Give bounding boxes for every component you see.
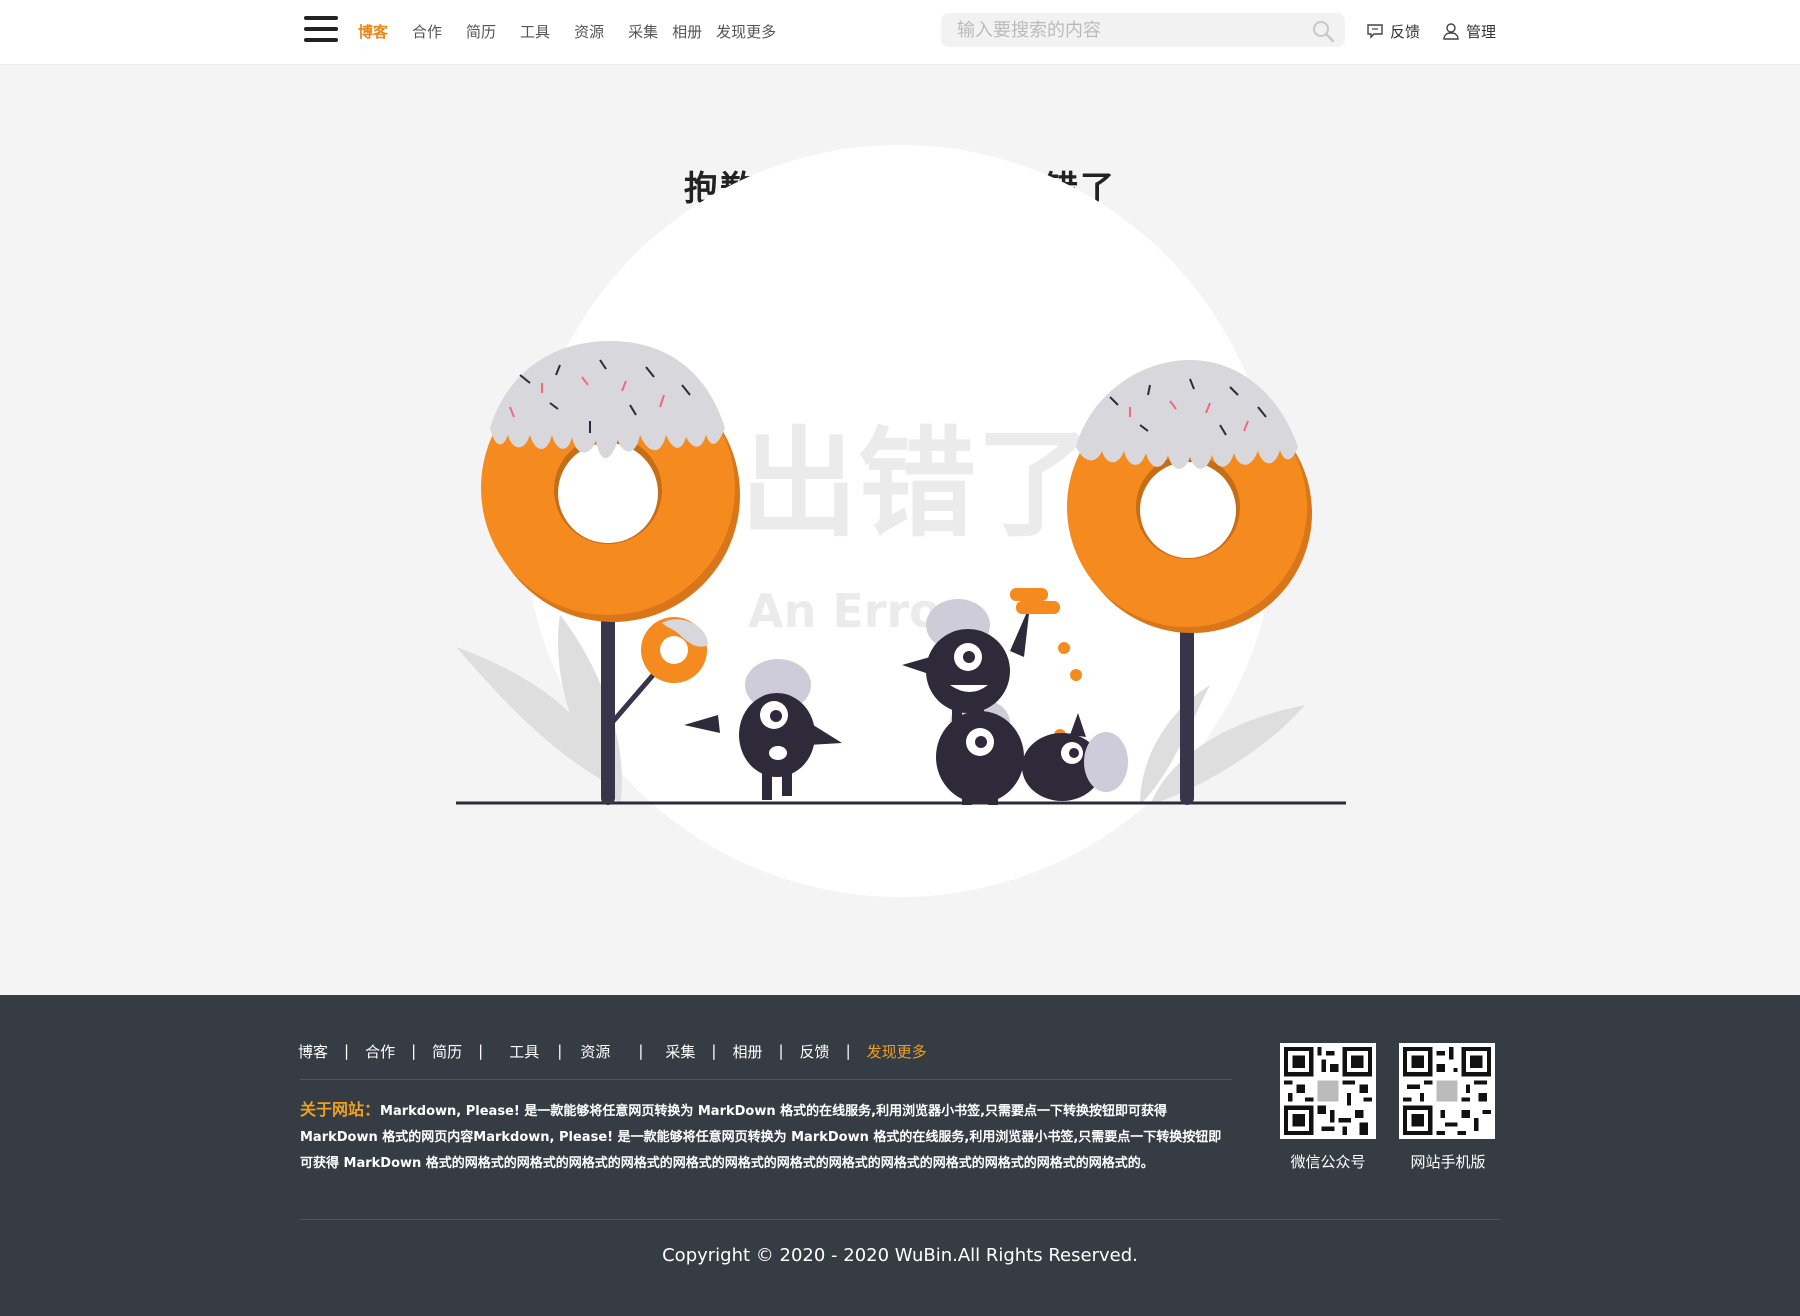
qr-wechat-label: 微信公众号: [1290, 1153, 1366, 1171]
footer-separator: |: [778, 1042, 784, 1060]
nav-item-collect[interactable]: 采集: [628, 21, 658, 42]
watermark-text: 出错了: [740, 415, 1094, 553]
top-navbar: 博客 合作 简历 工具 资源 采集 相册 发现更多 反馈 管理: [0, 0, 1800, 65]
feedback-icon: [1367, 24, 1383, 39]
user-icon: [1443, 23, 1459, 40]
menu-icon[interactable]: [304, 16, 340, 44]
footer-link-tools[interactable]: 工具: [509, 1041, 539, 1062]
footer-separator: |: [411, 1042, 417, 1060]
nav-item-tools[interactable]: 工具: [520, 21, 550, 42]
qr-mobile-icon: [1399, 1043, 1495, 1139]
nav-item-blog[interactable]: 博客: [358, 21, 388, 42]
footer-link-cooperation[interactable]: 合作: [365, 1041, 395, 1062]
error-page-main: 抱歉，您访问的页面出错了 出错了 An Error: [0, 65, 1800, 995]
admin-link[interactable]: 管理: [1442, 18, 1496, 44]
footer-separator: |: [478, 1042, 484, 1060]
footer-divider: [300, 1219, 1500, 1220]
footer-separator: |: [344, 1042, 350, 1060]
footer-link-resume[interactable]: 简历: [432, 1041, 462, 1062]
about-text: Markdown, Please! 是一款能够将任意网页转换为 MarkDown…: [300, 1104, 1222, 1171]
copyright-text: Copyright © 2020 - 2020 WuBin.All Rights…: [662, 1245, 1138, 1266]
footer-nav: 博客 | 合作 | 简历 | 工具 | 资源 | 采集 | 相册 | 反馈 | 发现更多: [298, 1039, 927, 1063]
error-illustration: 出错了 An Error: [456, 145, 1346, 897]
footer-separator: |: [557, 1042, 563, 1060]
footer-divider: [300, 1079, 1232, 1080]
nav-item-resume[interactable]: 简历: [466, 21, 496, 42]
feedback-link[interactable]: 反馈: [1366, 18, 1420, 44]
nav-item-cooperation[interactable]: 合作: [412, 21, 442, 42]
footer-link-collect[interactable]: 采集: [665, 1041, 695, 1062]
footer-separator: |: [638, 1042, 644, 1060]
main-nav: 博客 合作 简历 工具 资源 采集 相册 发现更多: [358, 18, 800, 44]
nav-item-resources[interactable]: 资源: [574, 21, 604, 42]
footer-separator: |: [845, 1042, 851, 1060]
search-input[interactable]: [957, 13, 1297, 47]
footer-link-discover-more[interactable]: 发现更多: [867, 1041, 927, 1062]
footer-link-feedback[interactable]: 反馈: [800, 1041, 830, 1062]
admin-label: 管理: [1466, 22, 1497, 41]
about-label: 关于网站：: [300, 1100, 381, 1119]
footer-link-resources[interactable]: 资源: [580, 1041, 610, 1062]
site-footer: 博客 | 合作 | 简历 | 工具 | 资源 | 采集 | 相册 | 反馈 | 发现更多 关于网…: [0, 995, 1800, 1316]
feedback-label: 反馈: [1390, 22, 1421, 41]
qr-wechat-icon: [1280, 1043, 1376, 1139]
qr-mobile-label: 网站手机版: [1410, 1153, 1486, 1171]
footer-link-album[interactable]: 相册: [732, 1041, 762, 1062]
footer-separator: |: [711, 1042, 717, 1060]
search-box: [941, 13, 1345, 47]
footer-link-blog[interactable]: 博客: [298, 1041, 328, 1062]
about-site: 关于网站：Markdown, Please! 是一款能够将任意网页转换为 Mar…: [300, 1097, 1230, 1177]
search-icon[interactable]: [1311, 19, 1335, 43]
nav-item-discover-more[interactable]: 发现更多: [716, 21, 776, 42]
nav-item-album[interactable]: 相册: [672, 21, 702, 42]
